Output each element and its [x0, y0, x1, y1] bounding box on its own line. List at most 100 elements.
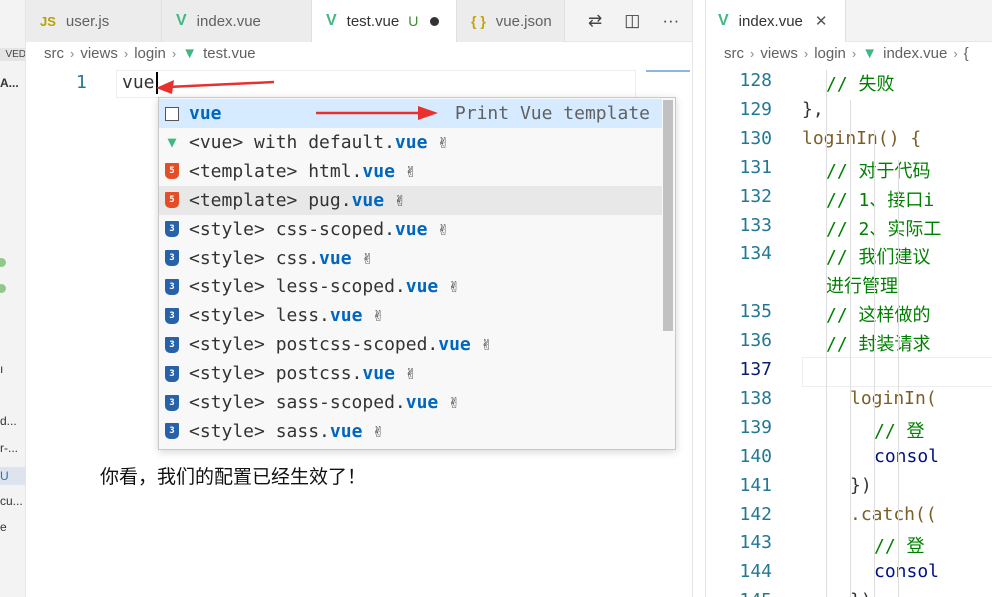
tab-label: user.js [65, 12, 110, 30]
suggestion-match: vue [394, 218, 428, 240]
breadcrumb-item[interactable]: login [134, 45, 166, 62]
line-number: 132 [739, 185, 772, 207]
code-line[interactable]: consol [874, 446, 939, 467]
status-dot [0, 258, 6, 267]
sidebar-item-selected[interactable]: U [0, 467, 25, 485]
code-line[interactable]: // 这样做的 [826, 301, 931, 327]
suggestion-item[interactable]: 3 <style> less-scoped. vue ✌ [159, 272, 662, 301]
breadcrumb: src › views › login › ▼ test.vue [44, 45, 256, 62]
tab-bar: JS user.js V index.vue V test.vue U { } … [26, 0, 692, 42]
code-line[interactable]: // 对于代码 [826, 157, 931, 183]
code-line[interactable]: // 失败 [826, 70, 895, 96]
split-editor-icon[interactable]: ◫ [624, 11, 640, 31]
unsaved-dot-icon[interactable] [430, 16, 440, 26]
victory-hand-icon: ✌ [448, 392, 460, 413]
victory-hand-icon: ✌ [361, 247, 373, 269]
breadcrumb-item[interactable]: login [814, 45, 846, 62]
overview-ruler-mark [646, 70, 690, 72]
tab-label: index.vue [196, 12, 261, 30]
line-number: 145 [706, 590, 772, 597]
close-icon[interactable]: ✕ [815, 12, 828, 30]
suggestion-item[interactable]: ▼ <vue> with default. vue ✌ [159, 128, 662, 157]
breadcrumb-item[interactable]: index.vue [883, 45, 947, 62]
suggestion-label: <vue> with default. [189, 131, 395, 153]
line-number: 140 [739, 445, 772, 467]
chevron-right-icon: › [70, 46, 75, 61]
breadcrumb-item[interactable]: test.vue [203, 45, 256, 62]
suggestion-item[interactable]: 3 <style> postcss-scoped. vue ✌ [159, 330, 662, 359]
code-line[interactable]: consol [874, 561, 939, 582]
chevron-right-icon: › [851, 46, 857, 61]
line-number: 133 [739, 214, 772, 236]
suggestion-label: <style> postcss. [189, 363, 363, 385]
code-line[interactable]: }, [802, 99, 824, 120]
sidebar-item-a[interactable]: A... [0, 76, 25, 90]
sidebar-item[interactable]: d... [0, 414, 25, 428]
tab-index-vue[interactable]: V index.vue [162, 0, 312, 42]
breadcrumb-item[interactable]: views [80, 45, 118, 62]
suggestion-item[interactable]: 3 <style> css-scoped. vue ✌ [159, 215, 662, 244]
more-actions-icon[interactable]: ··· [662, 11, 679, 31]
suggestion-label: <template> html. [189, 160, 363, 182]
side-panel: VED A... ı d... r-... U cu... e [0, 0, 26, 597]
line-number: 131 [739, 156, 772, 178]
sidebar-item[interactable]: r-... [0, 441, 25, 455]
sidebar-item-glyph[interactable]: ı [0, 362, 25, 376]
code-line[interactable]: // 1、接口i [826, 186, 934, 212]
breadcrumb: src › views › login › ▼ index.vue › { [724, 45, 969, 62]
sidebar-item[interactable]: e [0, 520, 25, 534]
suggestion-item[interactable]: 3 <style> sass-scoped. vue ✌ [159, 388, 662, 417]
victory-hand-icon: ✌ [394, 189, 405, 211]
tab-user-js[interactable]: JS user.js [26, 0, 162, 42]
css3-icon: 3 [165, 278, 179, 295]
code-line[interactable]: .catch(( [850, 504, 937, 525]
tab-test-vue[interactable]: V test.vue U [312, 0, 457, 42]
suggestion-match: vue [394, 131, 428, 153]
code-line[interactable]: // 我们建议 [826, 243, 931, 269]
breadcrumb-item[interactable]: { [964, 45, 969, 62]
line-number: 134 [739, 243, 772, 265]
code-line[interactable]: loginIn( [850, 388, 937, 409]
suggestion-item[interactable]: 3 <style> less. vue ✌ [159, 301, 662, 330]
suggestion-label: <style> less-scoped. [189, 276, 406, 298]
line-number: 128 [739, 70, 772, 91]
breadcrumb-item[interactable]: views [760, 45, 798, 62]
suggestion-item[interactable]: 5 <template> pug. vue ✌ [159, 185, 662, 215]
suggestion-match: vue [351, 189, 385, 211]
victory-hand-icon: ✌ [437, 218, 449, 240]
tab-vue-json[interactable]: { } vue.json [457, 0, 565, 42]
suggestion-item[interactable]: 3 <style> css. vue ✌ [159, 244, 662, 273]
breadcrumb-item[interactable]: src [724, 45, 744, 62]
editor-actions: ⇄ ◫ ··· [588, 0, 679, 42]
red-arrow-annotation [156, 80, 275, 94]
code-line[interactable]: 进行管理 [826, 272, 898, 298]
suggestion-scrollbar[interactable] [663, 100, 673, 331]
breadcrumb-item[interactable]: src [44, 45, 64, 62]
code-line[interactable]: loginIn() { [802, 128, 921, 149]
line-number: 136 [739, 330, 772, 352]
sidebar-item[interactable]: cu... [0, 494, 25, 508]
line-number: 129 [739, 98, 772, 120]
code-line[interactable]: // 2、实际工 [826, 215, 941, 241]
line-number: 138 [739, 387, 772, 409]
tab-index-vue-right[interactable]: V index.vue ✕ [706, 0, 846, 42]
suggestion-match: vue [405, 276, 439, 298]
code-line[interactable]: // 封装请求 [826, 330, 931, 356]
editor-group-divider[interactable] [692, 0, 706, 597]
html5-icon: 5 [165, 192, 179, 209]
suggestion-item[interactable]: 5 <template> html. vue ✌ [159, 157, 662, 186]
suggestion-item[interactable]: 3 <style> postcss. vue ✌ [159, 359, 662, 388]
current-line-highlight [802, 357, 992, 387]
suggestion-item[interactable]: 3 <style> sass. vue ✌ [159, 417, 662, 446]
typed-text: vue [122, 72, 155, 93]
suggestion-label: <style> postcss-scoped. [189, 334, 439, 356]
code-line[interactable]: // 登 [874, 532, 925, 558]
css3-icon: 3 [165, 307, 179, 324]
code-line[interactable]: }) [850, 590, 872, 597]
victory-hand-icon: ✌ [404, 160, 416, 182]
snippet-icon [165, 106, 179, 121]
code-line[interactable]: vue [122, 72, 158, 94]
code-line[interactable]: // 登 [874, 417, 925, 443]
code-line[interactable]: }) [850, 475, 872, 496]
open-changes-icon[interactable]: ⇄ [588, 11, 602, 31]
